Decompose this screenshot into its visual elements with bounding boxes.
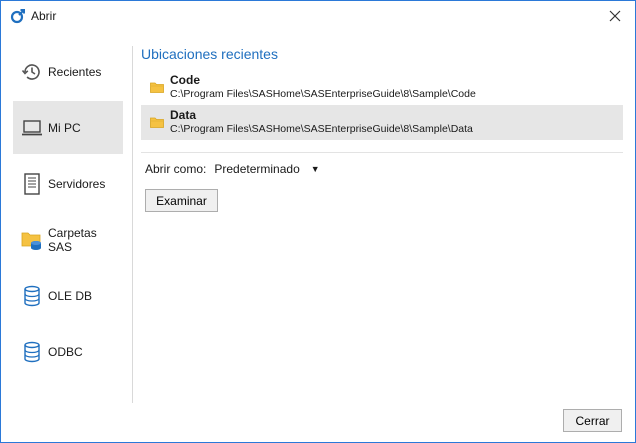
sidebar: Recientes Mi PC Servidores Carpetas SAS … bbox=[13, 45, 123, 381]
title-bar: Abrir bbox=[1, 1, 635, 31]
database-icon bbox=[21, 284, 43, 308]
section-title: Ubicaciones recientes bbox=[141, 46, 278, 62]
sidebar-divider bbox=[132, 46, 133, 403]
laptop-icon bbox=[21, 116, 43, 140]
sidebar-item-label: Carpetas SAS bbox=[48, 225, 97, 254]
sidebar-item-label: Recientes bbox=[48, 64, 102, 79]
folder-icon bbox=[150, 82, 164, 93]
sidebar-item-label: ODBC bbox=[48, 344, 83, 359]
sas-folder-icon bbox=[21, 228, 43, 252]
sidebar-item-servidores[interactable]: Servidores bbox=[13, 157, 123, 210]
recent-location-path: C:\Program Files\SASHome\SASEnterpriseGu… bbox=[170, 123, 473, 135]
sidebar-item-mi-pc[interactable]: Mi PC bbox=[13, 101, 123, 154]
open-as-dropdown[interactable]: Predeterminado ▼ bbox=[214, 162, 319, 176]
folder-icon bbox=[150, 117, 164, 128]
sidebar-item-odbc[interactable]: ODBC bbox=[13, 325, 123, 378]
separator bbox=[141, 152, 623, 153]
recent-location-name: Code bbox=[170, 73, 200, 87]
sas-eg-icon bbox=[10, 8, 26, 24]
browse-button[interactable]: Examinar bbox=[145, 189, 218, 212]
recent-location-code[interactable]: Code C:\Program Files\SASHome\SASEnterpr… bbox=[141, 70, 623, 105]
recent-location-data[interactable]: Data C:\Program Files\SASHome\SASEnterpr… bbox=[141, 105, 623, 140]
sidebar-item-label: OLE DB bbox=[48, 288, 93, 303]
server-icon bbox=[21, 172, 43, 196]
sidebar-item-ole-db[interactable]: OLE DB bbox=[13, 269, 123, 322]
open-as-value: Predeterminado bbox=[214, 162, 300, 176]
database-icon bbox=[21, 340, 43, 364]
sidebar-item-label: Servidores bbox=[48, 176, 106, 191]
recent-location-name: Data bbox=[170, 108, 197, 122]
sidebar-item-carpetas-sas[interactable]: Carpetas SAS bbox=[13, 213, 123, 266]
dropdown-arrow-icon: ▼ bbox=[310, 164, 320, 174]
open-as-row: Abrir como: Predeterminado ▼ bbox=[141, 162, 623, 176]
recent-location-path: C:\Program Files\SASHome\SASEnterpriseGu… bbox=[170, 88, 476, 100]
history-icon bbox=[21, 60, 43, 84]
main-panel: Ubicaciones recientes Code C:\Program Fi… bbox=[141, 46, 623, 212]
close-icon[interactable] bbox=[595, 1, 635, 31]
sidebar-item-label: Mi PC bbox=[48, 120, 81, 135]
close-button[interactable]: Cerrar bbox=[563, 409, 622, 432]
window-title: Abrir bbox=[31, 9, 57, 23]
open-as-label: Abrir como: bbox=[145, 162, 207, 176]
open-dialog: Abrir Recientes Mi PC Servidores Carpeta… bbox=[0, 0, 636, 443]
sidebar-item-recientes[interactable]: Recientes bbox=[13, 45, 123, 98]
